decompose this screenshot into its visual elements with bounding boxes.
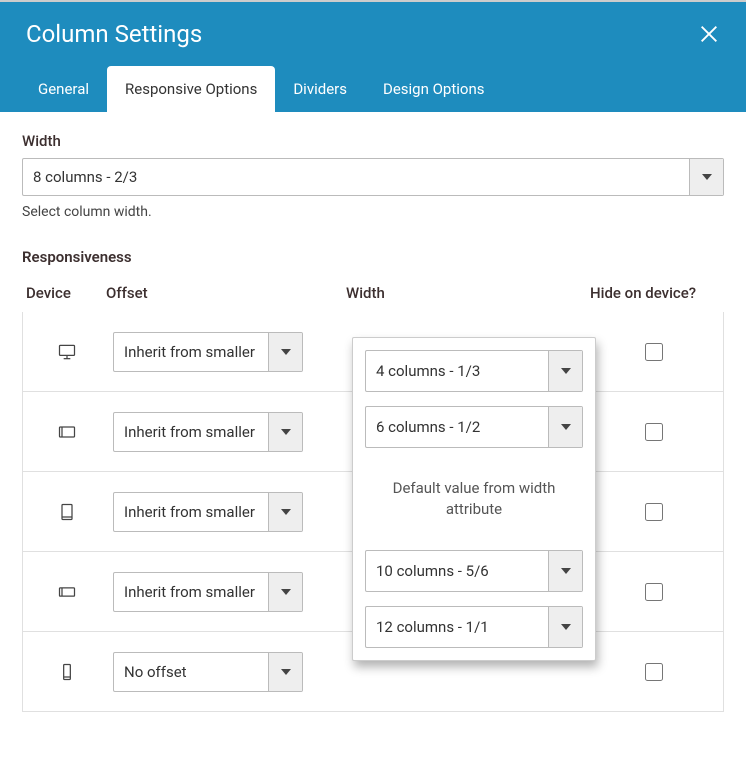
tab-design-options[interactable]: Design Options <box>365 66 503 112</box>
responsiveness-header: Device Offset Width Hide on device? <box>22 278 724 312</box>
chevron-down-icon <box>548 551 582 591</box>
chevron-down-icon <box>268 653 302 691</box>
chevron-down-icon <box>548 351 582 391</box>
tab-dividers[interactable]: Dividers <box>275 66 365 112</box>
tab-general[interactable]: General <box>20 66 107 112</box>
dialog-content: Width 8 columns - 2/3 Select column widt… <box>0 112 746 732</box>
chevron-down-icon <box>268 573 302 611</box>
device-desktop-icon <box>27 342 107 362</box>
col-hide: Hide on device? <box>590 284 720 302</box>
hide-checkbox[interactable] <box>645 663 663 681</box>
offset-select[interactable]: Inherit from smaller <box>113 492 303 532</box>
chevron-down-icon <box>689 159 723 195</box>
device-phone-landscape-icon <box>27 582 107 602</box>
dialog-header: Column Settings <box>0 2 746 56</box>
hide-checkbox[interactable] <box>645 503 663 521</box>
tab-bar: General Responsive Options Dividers Desi… <box>0 56 746 112</box>
width-label: Width <box>22 132 724 150</box>
width-select-value: 8 columns - 2/3 <box>33 168 137 186</box>
chevron-down-icon <box>268 413 302 451</box>
dialog-title: Column Settings <box>26 20 202 48</box>
col-device: Device <box>26 284 106 302</box>
col-offset: Offset <box>106 284 346 302</box>
device-tablet-portrait-icon <box>27 502 107 522</box>
hide-checkbox[interactable] <box>645 423 663 441</box>
width-help-text: Select column width. <box>22 204 724 220</box>
width-row-select[interactable]: 4 columns - 1/3 <box>365 350 583 392</box>
hide-checkbox[interactable] <box>645 583 663 601</box>
responsiveness-title: Responsiveness <box>22 248 724 266</box>
chevron-down-icon <box>268 333 302 371</box>
device-tablet-landscape-icon <box>27 422 107 442</box>
offset-select[interactable]: No offset <box>113 652 303 692</box>
tab-responsive-options[interactable]: Responsive Options <box>107 66 275 112</box>
col-width: Width <box>346 284 590 302</box>
width-row-select[interactable]: 12 columns - 1/1 <box>365 606 583 648</box>
column-settings-dialog: Column Settings General Responsive Optio… <box>0 0 746 732</box>
width-overlay-panel: 4 columns - 1/3 6 columns - 1/2 Default … <box>352 337 596 661</box>
chevron-down-icon <box>548 407 582 447</box>
offset-select[interactable]: Inherit from smaller <box>113 332 303 372</box>
close-icon <box>698 23 720 45</box>
hide-checkbox[interactable] <box>645 343 663 361</box>
chevron-down-icon <box>548 607 582 647</box>
device-phone-portrait-icon <box>27 662 107 682</box>
width-default-label: Default value from width attribute <box>365 462 583 536</box>
chevron-down-icon <box>268 493 302 531</box>
width-row-select[interactable]: 10 columns - 5/6 <box>365 550 583 592</box>
offset-select[interactable]: Inherit from smaller <box>113 412 303 452</box>
close-button[interactable] <box>698 23 720 45</box>
width-select[interactable]: 8 columns - 2/3 <box>22 158 724 196</box>
offset-select[interactable]: Inherit from smaller <box>113 572 303 612</box>
width-row-select[interactable]: 6 columns - 1/2 <box>365 406 583 448</box>
